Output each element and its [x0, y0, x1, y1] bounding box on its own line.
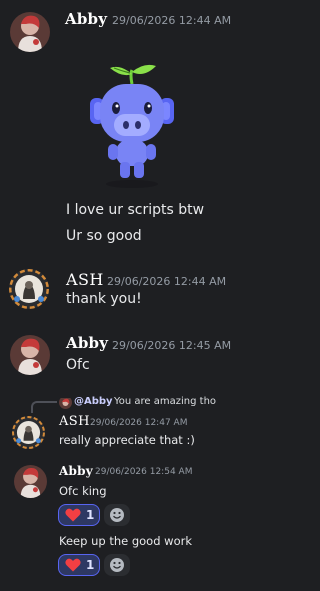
- reaction-heart[interactable]: 1: [58, 554, 100, 576]
- reaction-count: 1: [86, 558, 95, 572]
- avatar-ash-image: [12, 416, 45, 449]
- heart-icon: [65, 508, 81, 522]
- reaction-count: 1: [86, 508, 95, 522]
- timestamp: 29/06/2026 12:44 AM: [112, 14, 232, 27]
- timestamp: 29/06/2026 12:47 AM: [90, 418, 188, 428]
- reply-quoted-text: You are amazing tho: [114, 396, 217, 407]
- avatar-ash[interactable]: [9, 269, 49, 309]
- avatar-abby[interactable]: [10, 335, 50, 375]
- add-reaction-button[interactable]: [104, 504, 130, 526]
- message-text: Ofc: [66, 357, 90, 373]
- avatar-abby-image: [10, 335, 50, 375]
- message-text: I love ur scripts btw: [66, 202, 205, 218]
- timestamp: 29/06/2026 12:45 AM: [112, 339, 232, 352]
- reply-connector: [31, 401, 57, 413]
- add-reaction-button[interactable]: [104, 554, 130, 576]
- username-abby[interactable]: Abby: [65, 10, 107, 28]
- wumpus-sprout-sticker[interactable]: [86, 62, 178, 190]
- avatar-abby[interactable]: [10, 12, 50, 52]
- reply-preview[interactable]: @Abby You are amazing tho: [58, 395, 288, 411]
- avatar-abby-image: [14, 465, 47, 498]
- avatar-ash[interactable]: [12, 416, 45, 449]
- message-text: Ur so good: [66, 228, 142, 244]
- reply-avatar: [59, 396, 72, 409]
- reaction-heart[interactable]: 1: [58, 504, 100, 526]
- timestamp: 29/06/2026 12:54 AM: [95, 467, 193, 477]
- reply-mention[interactable]: @Abby: [74, 396, 113, 407]
- message-text: really appreciate that :): [59, 433, 195, 447]
- message-text: Ofc king: [59, 484, 107, 498]
- username-abby[interactable]: Abby: [66, 334, 108, 352]
- add-reaction-icon: [110, 558, 124, 572]
- timestamp: 29/06/2026 12:44 AM: [107, 275, 227, 288]
- username-abby[interactable]: Abby: [59, 464, 93, 478]
- username-ash[interactable]: ASH: [59, 414, 90, 429]
- message-text: Keep up the good work: [59, 534, 193, 548]
- avatar-abby-image: [10, 12, 50, 52]
- wumpus-sticker-image: [90, 64, 174, 188]
- avatar-ash-image: [9, 269, 49, 309]
- message-text: thank you!: [66, 291, 142, 307]
- heart-icon: [65, 558, 81, 572]
- username-ash[interactable]: ASH: [66, 270, 104, 289]
- add-reaction-icon: [110, 508, 124, 522]
- avatar-abby[interactable]: [14, 465, 47, 498]
